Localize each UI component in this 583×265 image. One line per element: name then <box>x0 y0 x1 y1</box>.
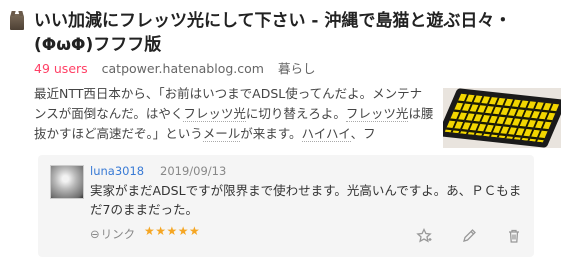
comment-text: 実家がまだADSLですが限界まで使わせます。光高いんですよ。あ、ＰＣもまだ7のま… <box>90 183 522 217</box>
comment-date[interactable]: 2019/09/13 <box>160 164 226 178</box>
keyword-link[interactable]: メール <box>202 126 241 142</box>
delete-trash-icon[interactable] <box>506 228 522 244</box>
bookmark-entry: いい加減にフレッツ光にして下さい - 沖縄で島猫と遊ぶ日々・(ΦωΦ)フフフ版 … <box>0 0 583 265</box>
username-link[interactable]: luna3018 <box>90 164 144 178</box>
comment-card: luna3018 2019/09/13 実家がまだADSLですが限界まで使わせま… <box>38 155 534 257</box>
entry-meta: 49 users catpower.hatenablog.com 暮らし <box>34 58 315 77</box>
category-link[interactable]: 暮らし <box>278 61 316 76</box>
domain-link[interactable]: catpower.hatenablog.com <box>102 61 264 76</box>
link-icon: ⊖ <box>90 227 100 241</box>
summary-text: に切り替えろよ。 <box>245 106 346 121</box>
star-rating[interactable]: ★★★★★ <box>144 224 200 238</box>
add-star-icon[interactable] <box>416 227 432 244</box>
keyword-link[interactable]: フレッツ光 <box>345 106 409 122</box>
entry-thumbnail[interactable] <box>443 88 561 148</box>
permalink-label: リンク <box>100 227 136 241</box>
entry-title-link[interactable]: いい加減にフレッツ光にして下さい - 沖縄で島猫と遊ぶ日々・(ΦωΦ)フフフ版 <box>34 9 566 57</box>
summary-text: 、フ <box>350 126 376 141</box>
users-count-link[interactable]: 49 users <box>34 61 88 76</box>
entry-summary: 最近NTT西日本から、「お前はいつまでADSL使ってんだよ。メンテナンスが面倒な… <box>34 84 434 144</box>
site-favicon-icon <box>10 14 24 30</box>
summary-text: が来ます。 <box>240 126 302 141</box>
permalink-link[interactable]: ⊖リンク <box>90 226 135 242</box>
keyword-link[interactable]: ハイハイ <box>301 126 351 142</box>
edit-pencil-icon[interactable] <box>461 228 477 244</box>
keyboard-image <box>443 88 561 148</box>
keyword-link[interactable]: フレッツ光 <box>183 106 246 122</box>
user-avatar[interactable] <box>50 165 84 199</box>
